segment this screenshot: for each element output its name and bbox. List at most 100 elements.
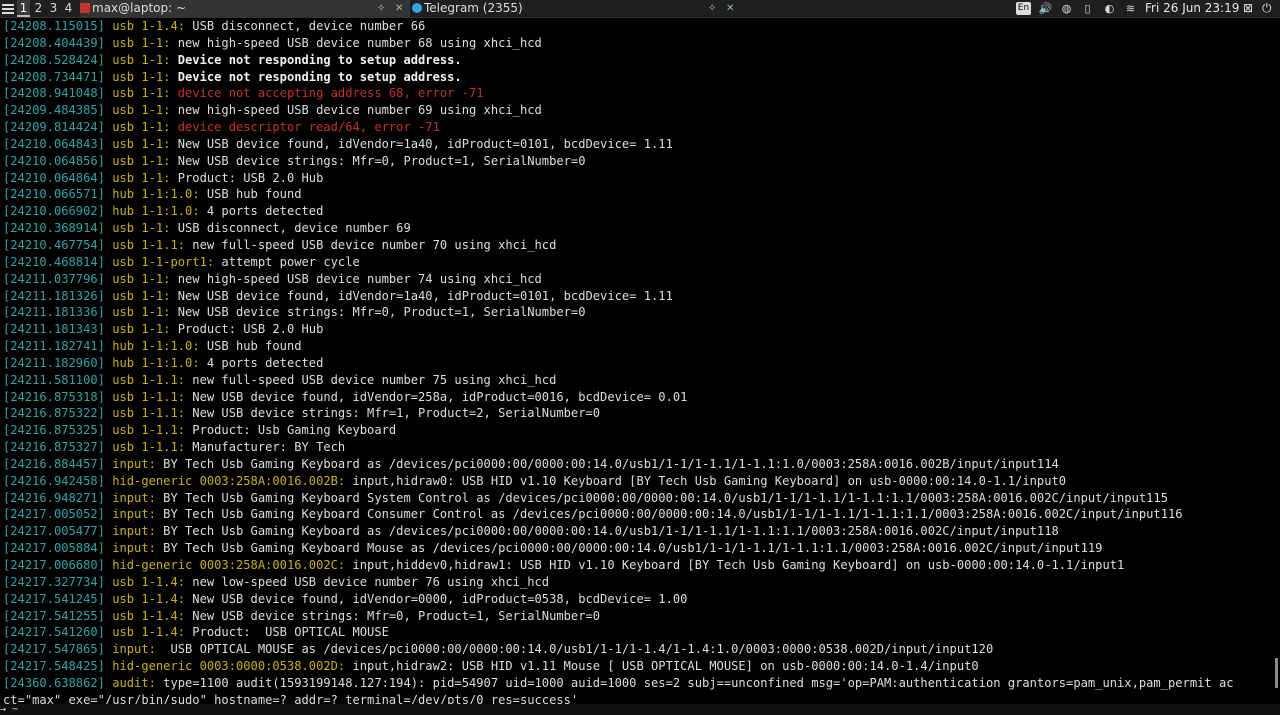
log-source: usb 1-1: (112, 322, 171, 337)
log-message: USB hub found (199, 187, 302, 202)
log-timestamp: [24211.181336] (3, 305, 105, 320)
log-source: usb 1-1.1: (112, 423, 186, 438)
log-line: [24211.181336] usb 1-1: New USB device s… (3, 304, 1280, 321)
log-source: usb 1-1-port1: (112, 254, 215, 269)
volume-icon[interactable]: 🔊 (1038, 1, 1053, 16)
log-line: [24217.548425] hid-generic 0003:0000:053… (3, 658, 1280, 675)
log-source: usb 1-1.4: (112, 19, 186, 33)
log-timestamp: [24216.875318] (3, 389, 105, 404)
workspace-2[interactable]: 2 (32, 0, 45, 17)
network-icon[interactable]: ◍ (1059, 1, 1074, 16)
log-timestamp: [24216.942458] (3, 473, 105, 488)
log-timestamp: [24217.541255] (3, 608, 105, 623)
taskbar-item-terminal[interactable]: max@laptop: ~ (80, 0, 410, 17)
log-source: hid-generic 0003:0000:0538.002D: (112, 659, 346, 674)
log-source: hid-generic 0003:258A:0016.002B: (112, 473, 346, 488)
log-line: [24217.547865] input: USB OPTICAL MOUSE … (3, 641, 1280, 658)
log-timestamp: [24217.005052] (3, 507, 105, 522)
terminal-output[interactable]: [24208.115015] usb 1-1.4: USB disconnect… (0, 18, 1280, 704)
log-timestamp: [24217.005884] (3, 541, 105, 556)
log-message: 4 ports detected (199, 355, 324, 370)
log-line: [24208.941048] usb 1-1: device not accep… (3, 85, 1280, 102)
log-source: usb 1-1: (112, 288, 171, 303)
log-message: BY Tech Usb Gaming Keyboard Consumer Con… (155, 507, 1183, 522)
log-timestamp: [24217.541260] (3, 625, 105, 640)
log-source: usb 1-1: (112, 170, 171, 185)
log-timestamp: [24209.484385] (3, 103, 105, 118)
logout-icon[interactable]: ⊠ (1243, 0, 1253, 17)
log-line: [24208.528424] usb 1-1: Device not respo… (3, 52, 1280, 69)
log-message: 4 ports detected (199, 204, 324, 219)
log-line: [24210.064843] usb 1-1: New USB device f… (3, 136, 1280, 153)
log-line: [24210.368914] usb 1-1: USB disconnect, … (3, 220, 1280, 237)
log-line: [24217.006680] hid-generic 0003:258A:001… (3, 557, 1280, 574)
close-icon[interactable]: ✕ (395, 0, 403, 17)
log-source: usb 1-1: (112, 35, 171, 50)
log-message: New USB device strings: Mfr=0, Product=1… (170, 153, 586, 168)
pin-icon[interactable]: ✧ (708, 0, 716, 17)
workspace-4[interactable]: 4 (62, 0, 75, 17)
pin-icon[interactable]: ✧ (377, 0, 385, 17)
workspace-3[interactable]: 3 (47, 0, 60, 17)
log-source: input: (112, 524, 156, 539)
log-line: [24217.541260] usb 1-1.4: Product: USB O… (3, 624, 1280, 641)
menu-icon[interactable] (2, 2, 14, 14)
log-timestamp: [24360.638862] (3, 675, 105, 690)
log-source: input: (112, 490, 156, 505)
log-source: audit: (112, 675, 156, 690)
log-source: usb 1-1.1: (112, 389, 186, 404)
log-message: type=1100 audit(1593199148.127:194): pid… (155, 675, 1234, 690)
log-timestamp: [24216.948271] (3, 490, 105, 505)
top-panel: 1 2 3 4 max@laptop: ~ ✧ ✕ Telegram (2355… (0, 0, 1280, 18)
log-source: usb 1-1.4: (112, 608, 186, 623)
log-message: USB OPTICAL MOUSE as /devices/pci0000:00… (155, 642, 994, 657)
log-timestamp: [24217.548425] (3, 659, 105, 674)
log-timestamp: [24210.064864] (3, 170, 105, 185)
log-timestamp: [24211.581100] (3, 372, 105, 387)
log-message: New USB device strings: Mfr=1, Product=2… (185, 406, 601, 421)
log-source: usb 1-1.1: (112, 406, 186, 421)
log-line: [24216.942458] hid-generic 0003:258A:001… (3, 473, 1280, 490)
log-line: [24211.581100] usb 1-1.1: new full-speed… (3, 372, 1280, 389)
taskbar-item-telegram[interactable]: Telegram (2355) (412, 0, 742, 17)
prompt-text: ~ (12, 704, 19, 715)
log-timestamp: [24211.182741] (3, 339, 105, 354)
log-line: [24211.181343] usb 1-1: Product: USB 2.0… (3, 321, 1280, 338)
telegram-icon (412, 3, 422, 13)
log-message: attempt power cycle (214, 254, 360, 269)
log-message: input,hiddev0,hidraw1: USB HID v1.10 Key… (345, 558, 1125, 572)
power-icon[interactable]: ⏻ (1262, 0, 1272, 17)
log-timestamp: [24209.814424] (3, 120, 105, 135)
log-source: input: (112, 456, 156, 471)
log-source: usb 1-1.4: (112, 625, 186, 640)
terminal-scrollbar[interactable] (1275, 658, 1278, 688)
workspace-1[interactable]: 1 (17, 0, 30, 17)
brightness-icon[interactable]: ◐ (1102, 1, 1117, 16)
log-line: [24211.182741] hub 1-1:1.0: USB hub foun… (3, 338, 1280, 355)
terminal-prompt-bar[interactable]: → ~ (0, 704, 1280, 715)
log-message: BY Tech Usb Gaming Keyboard as /devices/… (155, 456, 1059, 471)
log-message: New USB device found, idVendor=0000, idP… (185, 591, 688, 606)
battery-icon[interactable]: ▯ (1080, 1, 1095, 16)
log-line: [24210.066571] hub 1-1:1.0: USB hub foun… (3, 186, 1280, 203)
log-line: [24208.734471] usb 1-1: Device not respo… (3, 69, 1280, 86)
log-message: input,hidraw2: USB HID v1.11 Mouse [ USB… (345, 659, 979, 674)
keyboard-layout-indicator[interactable]: En (1016, 2, 1031, 15)
wifi-icon[interactable]: ≋ (1123, 1, 1138, 16)
log-message: New USB device found, idVendor=258a, idP… (185, 389, 688, 404)
log-timestamp: [24210.064856] (3, 153, 105, 168)
log-source: usb 1-1: (112, 103, 171, 118)
log-timestamp: [24208.528424] (3, 52, 105, 67)
log-timestamp: [24216.875327] (3, 440, 105, 455)
log-message: USB disconnect, device number 66 (185, 19, 426, 33)
close-icon[interactable]: ✕ (726, 0, 734, 17)
log-message: new full-speed USB device number 70 usin… (185, 237, 557, 252)
prompt-arrow-icon: → (0, 704, 7, 715)
log-source: input: (112, 642, 156, 657)
log-message: BY Tech Usb Gaming Keyboard System Contr… (155, 490, 1168, 505)
log-line: [24211.181326] usb 1-1: New USB device f… (3, 288, 1280, 305)
log-timestamp: [24216.875322] (3, 406, 105, 421)
clock[interactable]: Fri 26 Jun 23:19 (1145, 0, 1239, 17)
log-message: USB hub found (199, 339, 302, 354)
log-timestamp: [24217.005477] (3, 524, 105, 539)
